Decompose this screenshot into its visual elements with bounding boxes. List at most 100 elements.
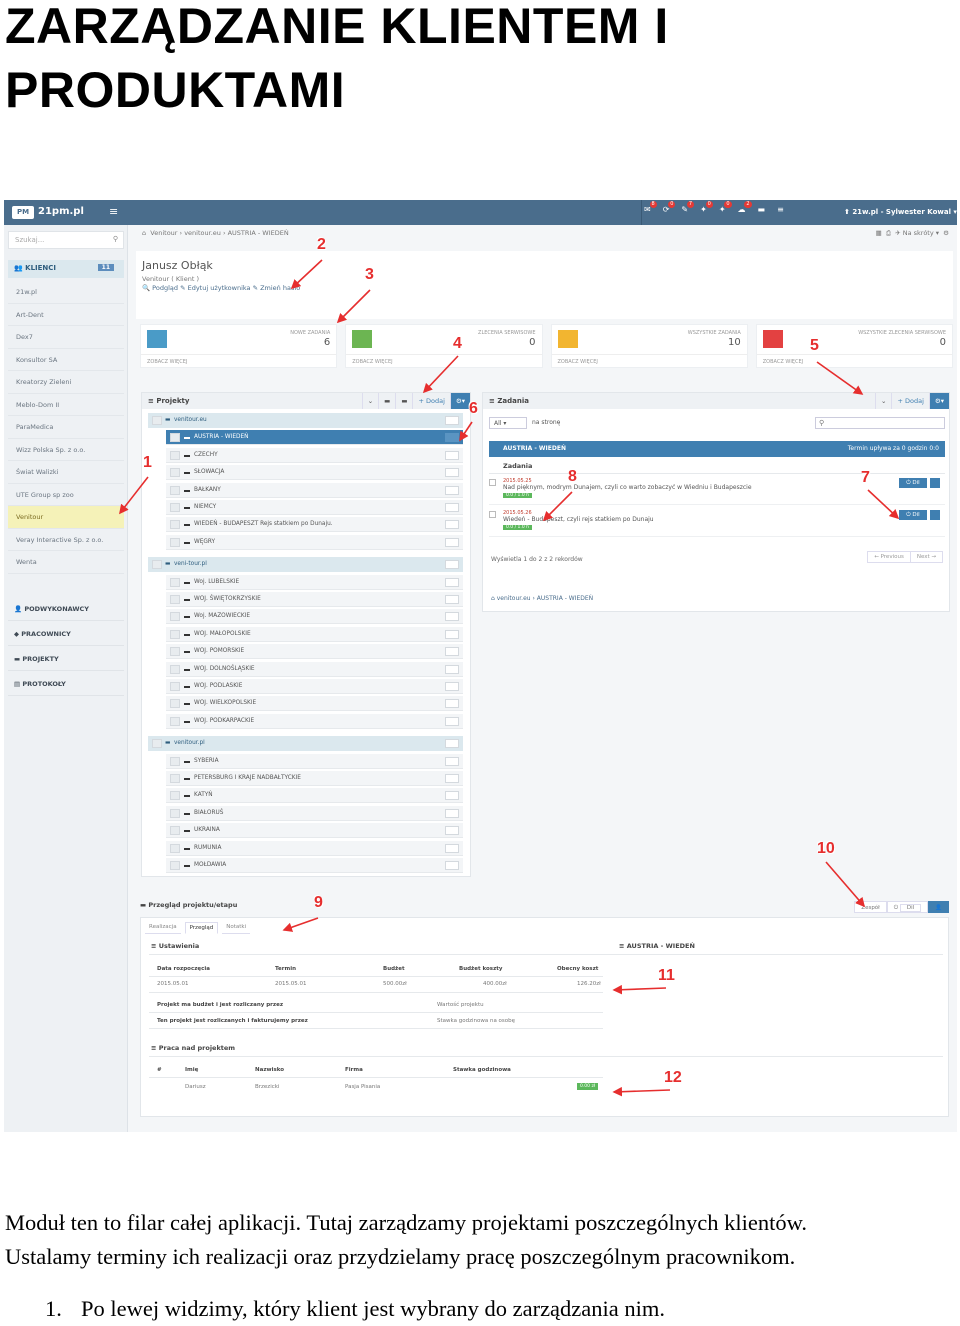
project-row[interactable]: WOJ. WIELKOPOLSKIE — [166, 696, 463, 712]
pin-icon[interactable]: ✦ 0 — [719, 201, 732, 214]
row-checkbox[interactable] — [170, 861, 180, 870]
row-checkbox[interactable] — [170, 577, 180, 587]
row-dropdown[interactable] — [445, 612, 459, 622]
row-dropdown[interactable] — [445, 826, 459, 836]
tab-przeglad[interactable]: Przegląd — [184, 922, 219, 934]
row-dropdown[interactable] — [445, 485, 459, 495]
previous-button[interactable]: ← Previous — [868, 552, 910, 562]
list-icon[interactable]: ≡ — [777, 205, 784, 214]
task-dil-button[interactable]: ⏻ Dil — [899, 510, 927, 520]
task-dropdown-button[interactable] — [930, 510, 940, 520]
project-row[interactable]: CZECHY — [166, 447, 463, 463]
collapse-button[interactable]: ⌄ — [361, 393, 378, 409]
folder-icon[interactable]: ▬ — [758, 205, 766, 214]
see-more-link[interactable]: ZOBACZ WIĘCEJ — [147, 359, 187, 365]
project-row[interactable]: UKRAINA — [166, 823, 463, 839]
row-dropdown[interactable] — [445, 450, 459, 460]
sidebar-client-item[interactable]: Art-Dent — [8, 304, 124, 326]
project-row[interactable]: NIEMCY — [166, 500, 463, 515]
row-checkbox[interactable] — [170, 664, 180, 674]
sidebar-client-item[interactable]: ParaMedica — [8, 416, 124, 439]
pin-icon[interactable]: ✦ 0 — [700, 201, 713, 214]
project-row[interactable]: Woj. LUBELSKIE — [166, 574, 463, 590]
row-checkbox[interactable] — [170, 468, 180, 478]
row-dropdown[interactable] — [445, 503, 459, 512]
see-more-link[interactable]: ZOBACZ WIĘCEJ — [558, 359, 598, 365]
page-size-select[interactable]: All ▾ — [489, 417, 527, 429]
add-user-button[interactable]: 👤 — [928, 901, 949, 913]
project-row[interactable]: MOŁDAWIA — [166, 858, 463, 873]
row-checkbox[interactable] — [152, 560, 162, 570]
settings-button[interactable]: ⚙▾ — [449, 393, 470, 409]
team-button[interactable]: Zespół — [854, 901, 887, 913]
task-title[interactable]: Wiedeń - Budapeszt, czyli rejs statkiem … — [503, 516, 945, 523]
sidebar-client-item[interactable]: 21w.pl — [8, 281, 124, 304]
row-checkbox[interactable] — [170, 808, 180, 818]
project-row[interactable]: WIEDEŃ - BUDAPESZT Rejs statkiem po Duna… — [166, 517, 463, 533]
project-row[interactable]: WOJ. PODKARPACKIE — [166, 713, 463, 729]
folder-open-button[interactable]: ▬ — [395, 393, 412, 409]
task-checkbox[interactable] — [489, 511, 496, 518]
row-dropdown[interactable] — [445, 808, 459, 818]
row-checkbox[interactable] — [170, 774, 180, 783]
row-checkbox[interactable] — [170, 843, 180, 853]
row-dropdown[interactable] — [445, 716, 459, 726]
project-row[interactable]: KATYŃ — [166, 788, 463, 804]
task-row[interactable]: 2015.05.26 Wiedeń - Budapeszt, czyli rejs… — [489, 507, 945, 537]
project-row[interactable]: SYBERIA — [166, 753, 463, 769]
app-logo[interactable]: 21pm.pl — [38, 206, 84, 217]
project-row[interactable]: BIAŁORUŚ — [166, 805, 463, 821]
row-dropdown[interactable] — [445, 739, 459, 749]
row-checkbox[interactable] — [170, 699, 180, 709]
breadcrumb-text[interactable]: Venitour › venitour.eu › AUSTRIA - WIEDE… — [150, 229, 288, 237]
edit-icon[interactable]: ✎ 7 — [681, 201, 695, 214]
sidebar-section-projekty[interactable]: ▬ PROJEKTY — [8, 647, 124, 671]
sidebar-section-pracownicy[interactable]: ◆ PRACOWNICY — [8, 622, 124, 646]
row-checkbox[interactable] — [170, 756, 180, 766]
project-row[interactable]: BAŁKANY — [166, 482, 463, 498]
menu-toggle-icon[interactable]: ≡ — [109, 205, 118, 218]
project-row[interactable]: WOJ. ŚWIĘTOKRZYSKIE — [166, 592, 463, 607]
row-dropdown[interactable] — [445, 520, 459, 530]
task-dil-button[interactable]: ⏻ Dil — [899, 478, 927, 488]
user-menu[interactable]: ⬆ 21w.pl - Sylwester Kowal ▾ — [844, 208, 957, 216]
sidebar-client-item[interactable]: Venitour — [8, 506, 124, 529]
row-dropdown[interactable] — [445, 629, 459, 639]
project-root-row[interactable]: ▬ veni-tour.pl — [148, 557, 463, 573]
row-checkbox[interactable] — [170, 433, 180, 443]
row-checkbox[interactable] — [170, 595, 180, 604]
row-dropdown[interactable] — [445, 595, 459, 604]
row-dropdown[interactable] — [445, 756, 459, 766]
row-dropdown[interactable] — [445, 791, 459, 801]
sidebar-client-item[interactable]: Konsultor SA — [8, 349, 124, 371]
row-dropdown[interactable] — [445, 843, 459, 853]
task-row[interactable]: 2015.05.25 Nad pięknym, modrym Dunajem, c… — [489, 475, 945, 505]
row-checkbox[interactable] — [170, 485, 180, 495]
row-dropdown[interactable] — [445, 699, 459, 709]
row-checkbox[interactable] — [170, 450, 180, 460]
row-checkbox[interactable] — [170, 826, 180, 836]
search-icon[interactable]: ⚲ — [113, 235, 118, 243]
sidebar-section-protokoly[interactable]: ▤ PROTOKOŁY — [8, 672, 124, 696]
project-row[interactable]: SŁOWACJA — [166, 465, 463, 481]
row-dropdown[interactable] — [445, 433, 459, 443]
row-dropdown[interactable] — [445, 682, 459, 691]
tab-notatki[interactable]: Notatki — [222, 922, 251, 934]
row-checkbox[interactable] — [170, 647, 180, 657]
row-checkbox[interactable] — [170, 537, 180, 547]
row-checkbox[interactable] — [152, 739, 162, 749]
see-more-link[interactable]: ZOBACZ WIĘCEJ — [352, 359, 392, 365]
task-dropdown-button[interactable] — [930, 478, 940, 488]
project-row[interactable]: WOJ. POMORSKIE — [166, 644, 463, 660]
project-row[interactable]: WOJ. PODLASKIE — [166, 679, 463, 694]
project-row[interactable]: RUMUNIA — [166, 840, 463, 856]
row-dropdown[interactable] — [445, 537, 459, 547]
folder-button[interactable]: ▬ — [378, 393, 395, 409]
sidebar-section-podwykonawcy[interactable]: 👤 PODWYKONAWCY — [8, 597, 124, 621]
row-dropdown[interactable] — [445, 560, 459, 570]
sidebar-clients-header[interactable]: 👥 KLIENCI 11 — [8, 260, 124, 278]
row-dropdown[interactable] — [445, 774, 459, 783]
settings-button[interactable]: ⚙▾ — [928, 393, 949, 409]
project-row[interactable]: AUSTRIA - WIEDEŃ — [166, 430, 463, 446]
row-checkbox[interactable] — [170, 520, 180, 530]
